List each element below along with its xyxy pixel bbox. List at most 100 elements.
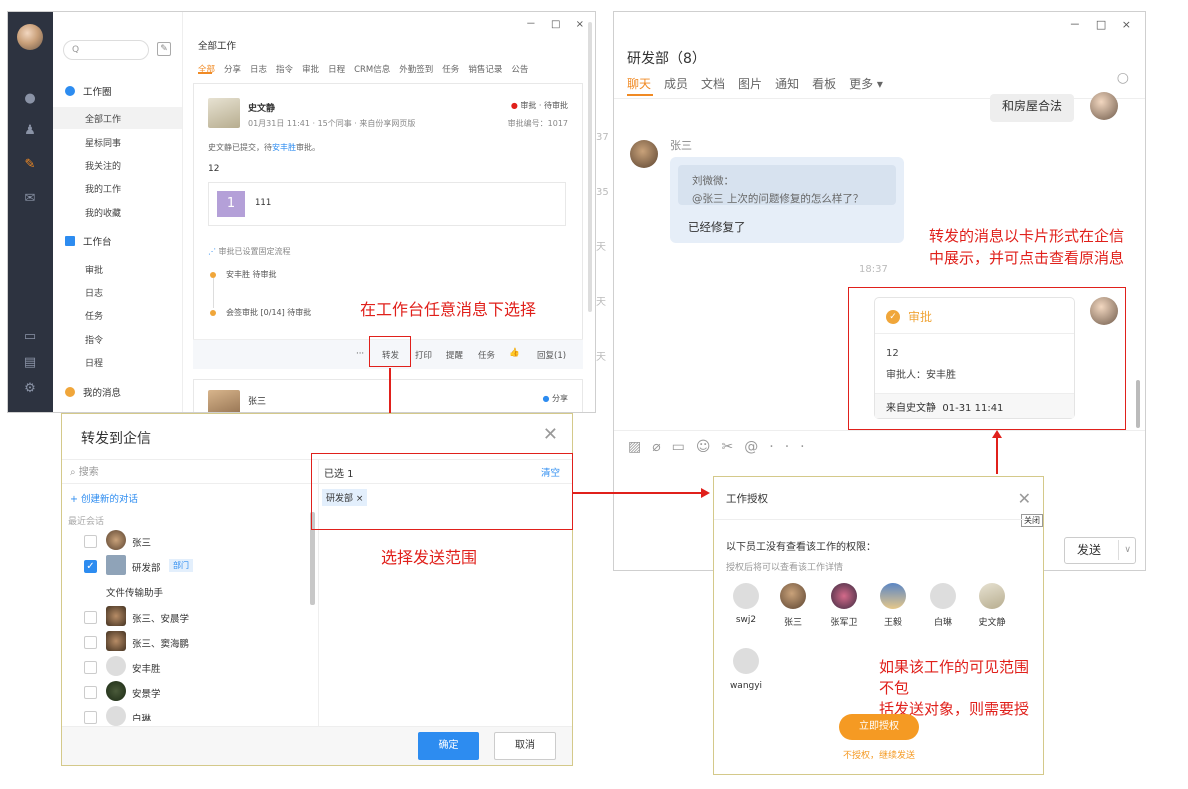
tab[interactable]: 日志 [250, 65, 267, 75]
nav-item[interactable]: 日程 [85, 356, 103, 369]
contacts-icon[interactable]: ♟ [22, 124, 38, 138]
window-controls[interactable]: － □ × [526, 15, 590, 30]
tab[interactable]: CRM信息 [354, 65, 390, 75]
chat-tabs[interactable]: 聊天 成员 文档 图片 通知 看板 更多 ▾ [627, 73, 896, 92]
feed-tabs[interactable]: 全部 分享 日志 指令 审批 日程 CRM信息 外勤签到 任务 销售记录 公告 [198, 57, 537, 76]
nav-section-desk[interactable]: 工作台 [65, 234, 112, 248]
calendar-icon[interactable]: ▭ [22, 330, 38, 344]
tab[interactable]: 公告 [511, 65, 528, 75]
checkbox[interactable] [84, 636, 97, 649]
nav-item[interactable]: 指令 [85, 333, 103, 346]
avatar [831, 583, 857, 609]
tab[interactable]: 更多 ▾ [849, 77, 883, 91]
nav-item[interactable]: 我的工作 [85, 182, 121, 195]
print-button[interactable]: 打印 [415, 349, 432, 361]
tab[interactable]: 日程 [328, 65, 345, 75]
drive-icon[interactable]: ▤ [22, 356, 38, 370]
list-item[interactable]: 白琳 [132, 711, 151, 721]
drive-icon[interactable]: ▭ [672, 439, 696, 455]
nav-item[interactable]: 任务 [85, 309, 103, 322]
nav-item[interactable]: 星标同事 [85, 136, 121, 149]
tab[interactable]: 任务 [442, 65, 459, 75]
tab[interactable]: 成员 [664, 77, 688, 91]
author-name[interactable]: 史文静 [248, 101, 275, 114]
quote-text: @张三 上次的问题修复的怎么样了？ [692, 193, 864, 205]
tab-all[interactable]: 全部 [198, 65, 215, 75]
search-input[interactable]: ⌕ 搜索 [70, 463, 99, 478]
scrollbar[interactable] [1136, 380, 1140, 428]
dialog-title: 工作授权 [726, 493, 768, 505]
cancel-button[interactable]: 取消 [494, 732, 556, 760]
flow-dot [210, 310, 216, 316]
tab[interactable]: 分享 [224, 65, 241, 75]
search-input[interactable]: Q [63, 40, 149, 60]
like-icon[interactable]: 👍 [509, 348, 520, 358]
user-avatar[interactable] [17, 24, 43, 50]
avatar [106, 656, 126, 676]
nav-section-circle[interactable]: 工作圈 [65, 84, 112, 98]
nav-item[interactable]: 我关注的 [85, 159, 121, 172]
list-item[interactable]: 张三、窦海鹏 [132, 636, 189, 650]
attachment-box[interactable]: 1 111 [208, 182, 566, 226]
compose-icon[interactable]: ✎ [157, 42, 171, 56]
work-icon[interactable]: ✎ [22, 158, 38, 172]
chat-title: 研发部（8） [627, 51, 706, 67]
new-chat-link[interactable]: + 创建新的对话 [70, 491, 138, 505]
checkbox[interactable] [84, 611, 97, 624]
emoji-icon[interactable]: ☺ [696, 439, 722, 455]
list-item[interactable]: 文件传输助手 [106, 585, 163, 599]
task-button[interactable]: 任务 [478, 349, 495, 361]
scrollbar[interactable] [588, 22, 592, 312]
image-icon[interactable]: ▨ [628, 439, 652, 455]
window-controls[interactable]: － □ × [1069, 16, 1137, 32]
checkbox-checked[interactable]: ✓ [84, 560, 97, 573]
list-item[interactable]: 张三 [132, 535, 151, 549]
close-icon[interactable]: ✕ [1018, 489, 1031, 508]
checkbox[interactable] [84, 535, 97, 548]
share-card[interactable]: 张三 ● 分享 [193, 379, 583, 412]
close-icon[interactable]: ✕ [543, 424, 558, 445]
reply-button[interactable]: 回复(1) [537, 349, 566, 361]
tab[interactable]: 文档 [701, 77, 725, 91]
chat-icon[interactable]: ● [22, 92, 38, 106]
feed-title: 全部工作 [198, 41, 237, 52]
confirm-button[interactable]: 确定 [418, 732, 479, 760]
list-item[interactable]: 研发部 [132, 560, 161, 574]
tab[interactable]: 通知 [775, 77, 799, 91]
more-action[interactable]: ··· [356, 349, 364, 359]
mail-icon[interactable]: ✉ [22, 192, 38, 206]
author-name[interactable]: 张三 [248, 394, 266, 407]
nav-item[interactable]: 日志 [85, 286, 103, 299]
settings-icon[interactable]: ⚙ [22, 382, 38, 396]
tab-chat[interactable]: 聊天 [627, 77, 651, 91]
skip-link[interactable]: 不授权，继续发送 [839, 748, 919, 761]
authorize-button[interactable]: 立即授权 [839, 714, 919, 740]
tab[interactable]: 外勤签到 [399, 65, 433, 75]
list-item[interactable]: 张三、安晨学 [132, 611, 189, 625]
tab[interactable]: 图片 [738, 77, 762, 91]
remind-button[interactable]: 提醒 [446, 349, 463, 361]
at-icon[interactable]: @ [744, 439, 769, 455]
tab[interactable]: 看板 [812, 77, 836, 91]
attach-icon[interactable]: ⌀ [652, 439, 671, 455]
scissors-icon[interactable]: ✂ [722, 439, 745, 455]
list-item[interactable]: 安景学 [132, 686, 161, 700]
nav-item[interactable]: 审批 [85, 263, 103, 276]
nav-section-msg[interactable]: 我的消息 [65, 385, 121, 399]
list-item[interactable]: 安丰胜 [132, 661, 161, 675]
checkbox[interactable] [84, 686, 97, 699]
nav-item[interactable]: 我的收藏 [85, 206, 121, 219]
avatar [880, 583, 906, 609]
tab[interactable]: 销售记录 [468, 65, 502, 75]
search-icon[interactable]: ○ [1117, 70, 1129, 86]
more-icon[interactable]: ··· [769, 439, 815, 455]
avatar [733, 648, 759, 674]
dept-badge: 部门 [169, 559, 193, 572]
nav-item[interactable]: 全部工作 [85, 112, 121, 125]
tab[interactable]: 指令 [276, 65, 293, 75]
tab[interactable]: 审批 [302, 65, 319, 75]
checkbox[interactable] [84, 661, 97, 674]
send-button[interactable]: 发送 ∨ [1064, 537, 1136, 564]
checkbox[interactable] [84, 711, 97, 724]
approval-card[interactable]: 史文静 01月31日 11:41 · 15个同事 · 来自份享网页版 ● 审批 … [193, 83, 583, 369]
